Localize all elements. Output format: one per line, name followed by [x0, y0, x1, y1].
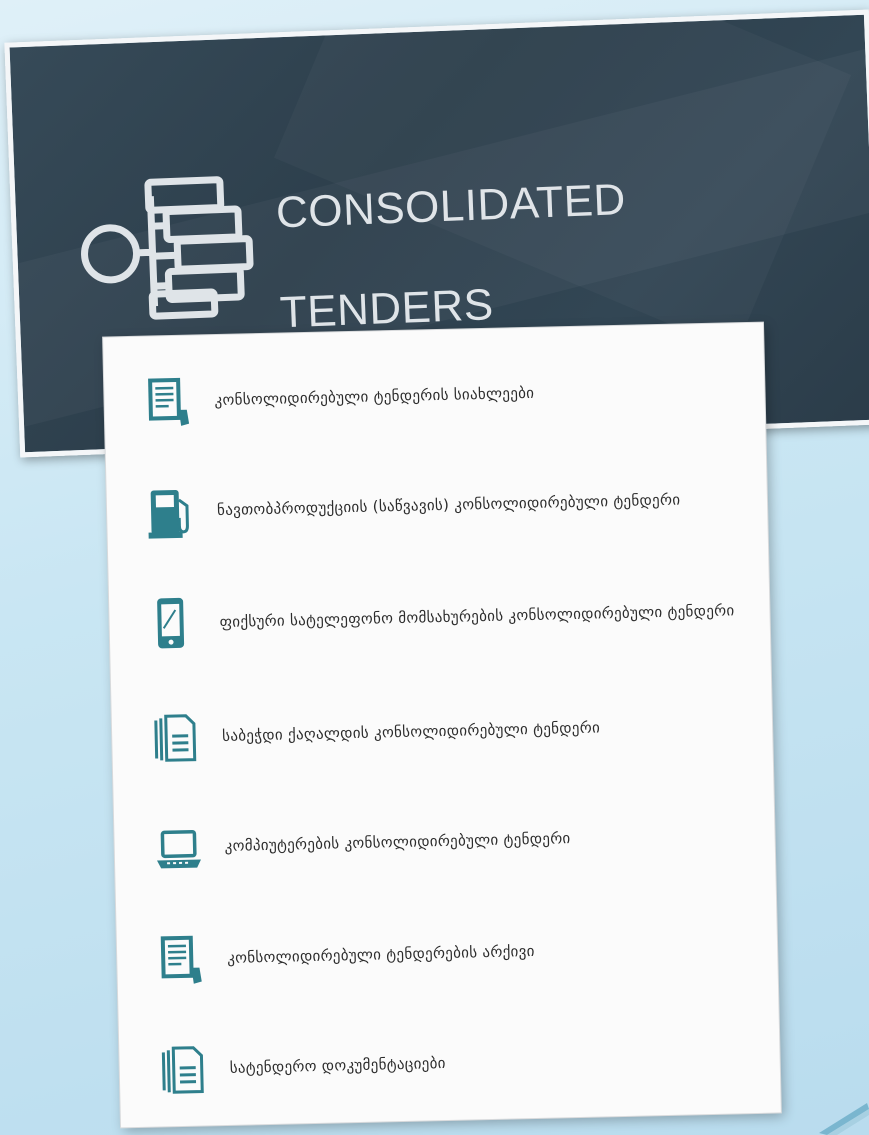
- document-edit-icon: [160, 935, 202, 984]
- menu-item-label: ნავთობპროდუქციის (საწვავის) კონსოლიდირებ…: [216, 490, 681, 520]
- menu-item-computers[interactable]: კომპიუტერების კონსოლიდირებული ტენდერი: [113, 778, 775, 903]
- menu-item-telephone[interactable]: ფიქსური სატელეფონო მომსახურების კონსოლიდ…: [108, 555, 770, 680]
- stacked-documents-icon: [161, 1046, 204, 1094]
- menu-item-paper[interactable]: საბეჭდი ქაღალდის კონსოლიდირებული ტენდერი: [111, 669, 773, 794]
- tender-menu: კონსოლიდირებული ტენდერის სიახლეები ნავთო…: [103, 322, 781, 1128]
- fuel-pump-icon: [148, 489, 189, 539]
- menu-item-label: საბეჭდი ქაღალდის კონსოლიდირებული ტენდერი: [221, 718, 601, 745]
- hierarchy-icon: [81, 176, 254, 320]
- mobile-phone-icon: [157, 597, 185, 649]
- menu-item-archive[interactable]: კონსოლიდირებული ტენდერების არქივი: [116, 890, 778, 1015]
- laptop-icon: [157, 829, 201, 869]
- title-line-1: CONSOLIDATED: [275, 175, 627, 238]
- document-edit-icon: [148, 377, 190, 426]
- stacked-documents-icon: [154, 714, 197, 762]
- menu-item-documentation[interactable]: სატენდერო დოკუმენტაციები: [119, 1000, 781, 1125]
- menu-item-fuel[interactable]: ნავთობპროდუქციის (საწვავის) კონსოლიდირებ…: [106, 443, 768, 568]
- menu-item-label: სატენდერო დოკუმენტაციები: [229, 1054, 446, 1077]
- menu-item-label: კონსოლიდირებული ტენდერის სიახლეები: [214, 383, 535, 410]
- menu-item-label: კომპიუტერების კონსოლიდირებული ტენდერი: [224, 829, 571, 855]
- menu-item-label: კონსოლიდირებული ტენდერების არქივი: [227, 941, 535, 967]
- menu-item-news[interactable]: კონსოლიდირებული ტენდერის სიახლეები: [103, 333, 765, 458]
- decorative-corner: [819, 1103, 869, 1135]
- menu-item-label: ფიქსური სატელეფონო მომსახურების კონსოლიდ…: [219, 601, 735, 632]
